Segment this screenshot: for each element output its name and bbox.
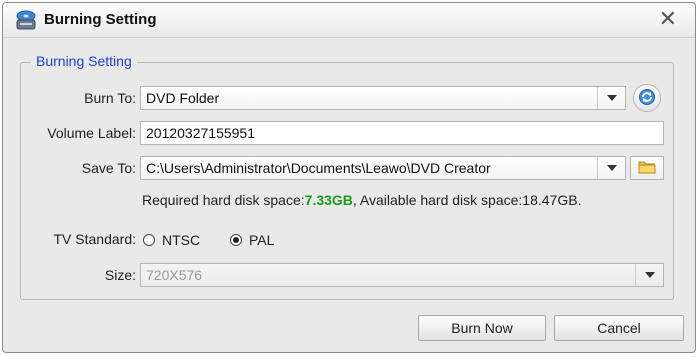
radio-ntsc[interactable]: NTSC [143,232,200,248]
burn-to-select[interactable]: DVD Folder [140,86,626,110]
close-icon[interactable]: ✕ [659,6,677,32]
volume-label-input[interactable]: 20120327155951 [140,121,664,145]
size-label: Size: [104,267,136,283]
save-to-select[interactable]: C:\Users\Administrator\Documents\Leawo\D… [140,156,626,180]
size-value: 720X576 [146,267,203,283]
disc-burner-icon [15,9,37,31]
radio-pal-label: PAL [249,232,275,248]
radio-pal-circle[interactable] [230,234,242,246]
radio-ntsc-label: NTSC [162,232,201,248]
refresh-button[interactable] [633,84,661,112]
chevron-down-icon[interactable] [597,87,625,109]
refresh-icon [638,88,656,109]
required-space-value: 7.33GB [304,192,353,208]
chevron-down-icon[interactable] [597,157,625,179]
browse-folder-button[interactable] [630,156,664,180]
tv-standard-label: TV Standard: [53,231,137,247]
burn-to-label: Burn To: [84,90,136,106]
radio-pal[interactable]: PAL [230,232,274,248]
burn-to-value: DVD Folder [146,90,220,106]
group-legend: Burning Setting [31,53,137,69]
radio-selected-dot [233,237,239,243]
burn-now-button[interactable]: Burn Now [418,315,546,341]
window-title: Burning Setting [44,11,157,28]
folder-icon [638,160,656,177]
cancel-button[interactable]: Cancel [554,315,684,341]
available-space-text: , Available hard disk space:18.47GB. [352,192,582,208]
disk-space-info: Required hard disk space:7.33GB, Availab… [142,192,581,208]
radio-ntsc-circle[interactable] [143,234,155,246]
save-to-label: Save To: [81,160,136,176]
save-to-value: C:\Users\Administrator\Documents\Leawo\D… [146,160,491,176]
volume-label-label: Volume Label: [47,125,136,141]
chevron-down-icon [635,264,663,286]
size-select: 720X576 [140,263,664,287]
required-space-label: Required hard disk space: [142,192,305,208]
title-bar: Burning Setting ✕ [3,3,695,38]
